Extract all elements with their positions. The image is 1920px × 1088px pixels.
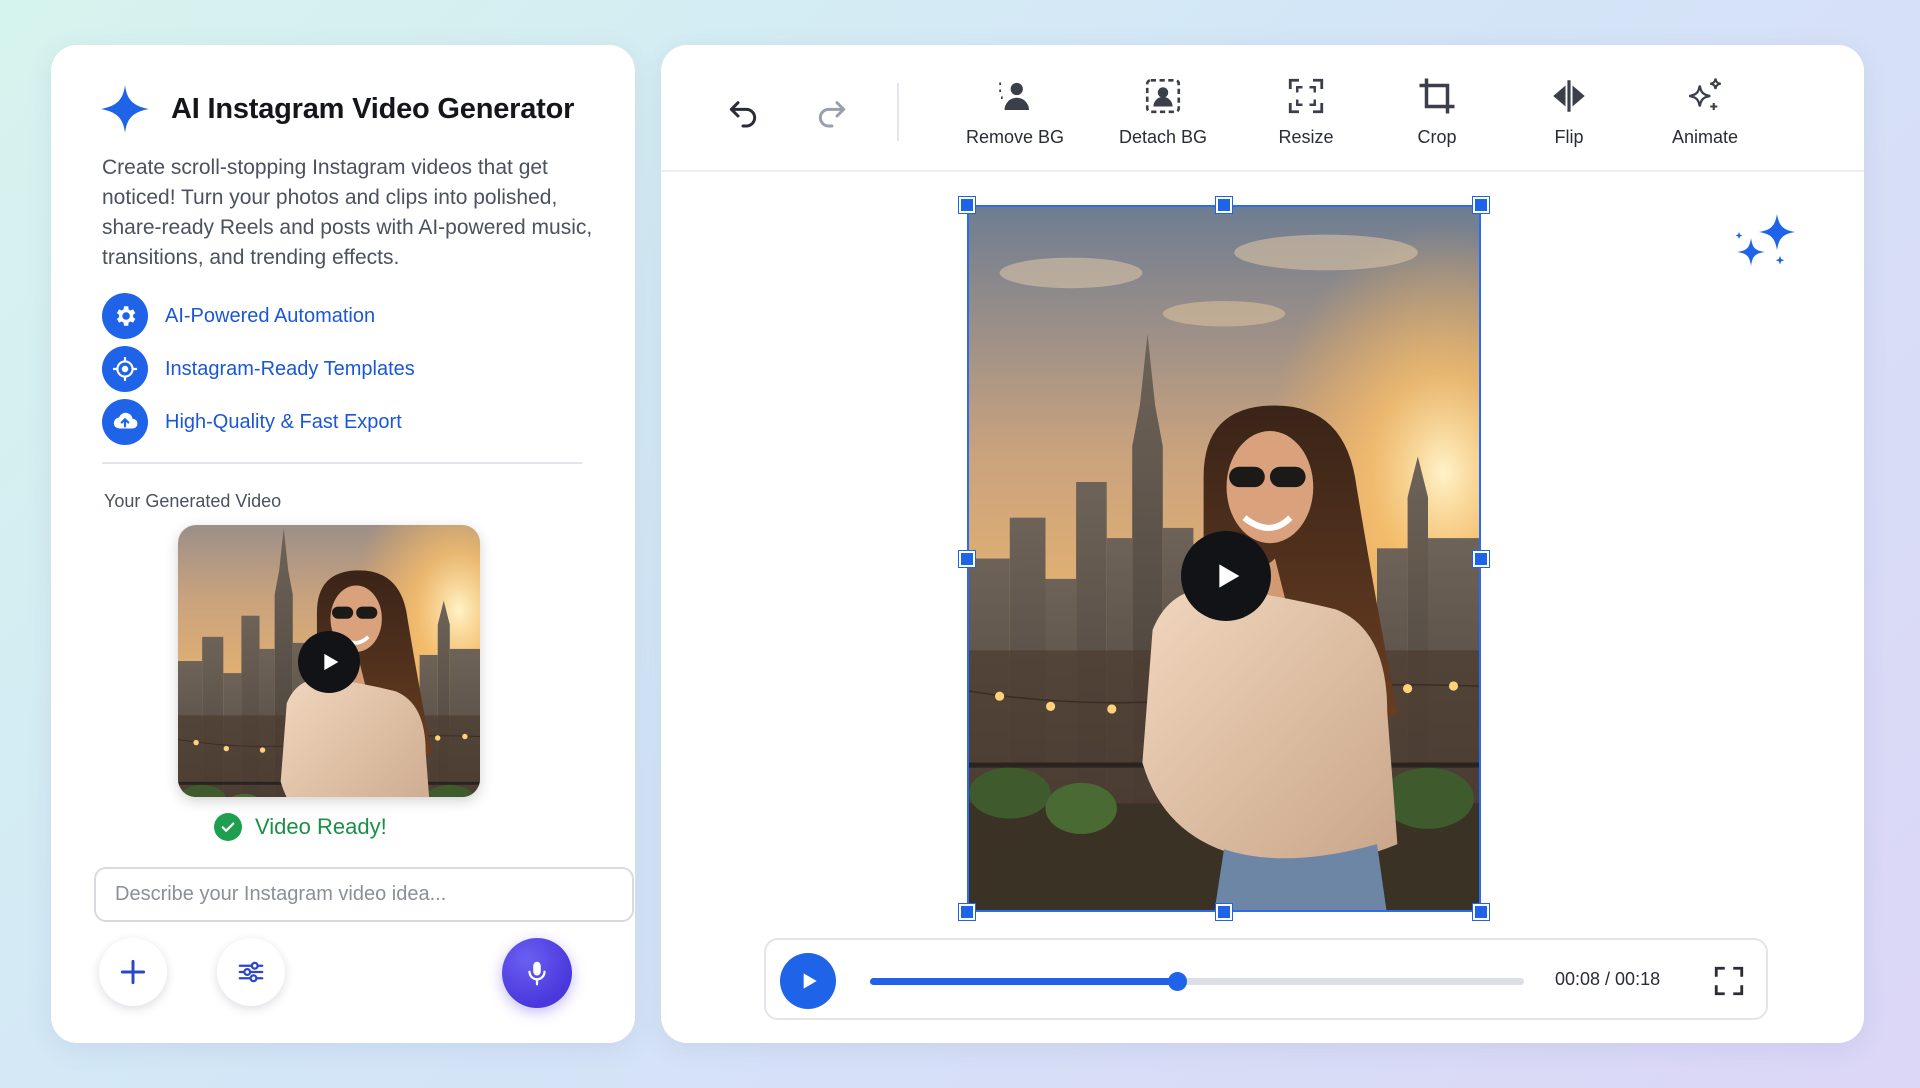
sliders-icon bbox=[238, 961, 264, 983]
editor-panel: Remove BG Detach BG Resize Crop Flip Ani… bbox=[661, 45, 1864, 1043]
progress-track[interactable] bbox=[870, 972, 1524, 991]
generated-video-label: Your Generated Video bbox=[104, 491, 282, 511]
video-status: Video Ready! bbox=[214, 813, 387, 841]
tool-label: Crop bbox=[1417, 127, 1457, 147]
voice-input-button[interactable] bbox=[502, 938, 572, 1008]
tool-flip[interactable]: Flip bbox=[1504, 75, 1634, 148]
settings-button[interactable] bbox=[217, 938, 285, 1006]
prompt-input[interactable] bbox=[94, 867, 634, 922]
player-play-button[interactable] bbox=[780, 953, 836, 1009]
tool-remove-bg[interactable]: Remove BG bbox=[950, 75, 1080, 148]
gear-icon bbox=[102, 293, 148, 339]
tool-detach-bg[interactable]: Detach BG bbox=[1098, 75, 1228, 148]
resize-handle-left[interactable] bbox=[959, 551, 975, 567]
tool-label: Animate bbox=[1671, 127, 1739, 147]
crop-icon bbox=[1419, 78, 1455, 114]
tool-crop[interactable]: Crop bbox=[1372, 75, 1502, 148]
ai-sparkle-icon bbox=[1735, 214, 1795, 266]
resize-handle-bottom[interactable] bbox=[1216, 904, 1232, 920]
app-title: AI Instagram Video Generator bbox=[171, 92, 575, 125]
feature-item-export: High-Quality & Fast Export bbox=[102, 399, 402, 445]
header: AI Instagram Video Generator bbox=[99, 83, 574, 135]
toolbar-separator bbox=[897, 83, 899, 141]
plus-icon bbox=[120, 959, 146, 985]
sparkle-icon bbox=[101, 85, 149, 133]
video-player-controls: 00:08 / 00:18 bbox=[764, 938, 1768, 1020]
progress-knob[interactable] bbox=[1168, 972, 1188, 991]
tool-label: Detach BG bbox=[1118, 127, 1208, 147]
resize-handle-top-right[interactable] bbox=[1473, 197, 1489, 213]
divider bbox=[102, 462, 582, 464]
play-icon bbox=[803, 973, 817, 989]
cloud-upload-icon bbox=[102, 399, 148, 445]
play-icon bbox=[1219, 564, 1240, 588]
tool-label: Remove BG bbox=[965, 127, 1065, 147]
feature-label: Instagram-Ready Templates bbox=[165, 357, 415, 380]
time-readout: 00:08 / 00:18 bbox=[1555, 969, 1661, 989]
tool-label: Resize bbox=[1278, 127, 1334, 147]
flip-icon bbox=[1553, 80, 1585, 112]
generator-panel: AI Instagram Video Generator Create scro… bbox=[51, 45, 635, 1043]
redo-button[interactable] bbox=[810, 89, 854, 133]
play-button[interactable] bbox=[298, 631, 360, 693]
undo-button[interactable] bbox=[721, 89, 765, 133]
video-canvas[interactable] bbox=[959, 197, 1489, 920]
tool-animate[interactable]: Animate bbox=[1640, 75, 1770, 148]
tool-label: Flip bbox=[1554, 127, 1584, 147]
feature-item-automation: AI-Powered Automation bbox=[102, 293, 375, 339]
magic-sparkle-icon bbox=[1689, 78, 1721, 110]
editor-toolbar: Remove BG Detach BG Resize Crop Flip Ani… bbox=[661, 45, 1864, 172]
app-description: Create scroll-stopping Instagram videos … bbox=[102, 156, 593, 269]
canvas-play-button[interactable] bbox=[1181, 531, 1271, 621]
add-button[interactable] bbox=[99, 938, 167, 1006]
target-icon bbox=[102, 346, 148, 392]
person-frame-icon bbox=[1145, 78, 1181, 114]
microphone-icon bbox=[528, 961, 546, 986]
check-circle-icon bbox=[214, 813, 242, 841]
undo-icon bbox=[729, 101, 757, 128]
resize-handle-right[interactable] bbox=[1473, 551, 1489, 567]
status-text: Video Ready! bbox=[255, 814, 387, 839]
resize-handle-bottom-right[interactable] bbox=[1473, 904, 1489, 920]
play-icon bbox=[324, 653, 339, 671]
generated-video-thumbnail[interactable] bbox=[178, 525, 480, 797]
resize-icon bbox=[1288, 78, 1324, 114]
fullscreen-icon[interactable] bbox=[1712, 964, 1746, 998]
progress-fill bbox=[870, 978, 1178, 985]
resize-handle-top-left[interactable] bbox=[959, 197, 975, 213]
feature-item-templates: Instagram-Ready Templates bbox=[102, 346, 415, 392]
tool-resize[interactable]: Resize bbox=[1241, 75, 1371, 148]
feature-label: High-Quality & Fast Export bbox=[165, 410, 402, 433]
redo-icon bbox=[818, 101, 846, 128]
feature-label: AI-Powered Automation bbox=[165, 304, 376, 327]
resize-handle-bottom-left[interactable] bbox=[959, 904, 975, 920]
person-remove-icon bbox=[999, 82, 1029, 110]
resize-handle-top[interactable] bbox=[1216, 197, 1232, 213]
